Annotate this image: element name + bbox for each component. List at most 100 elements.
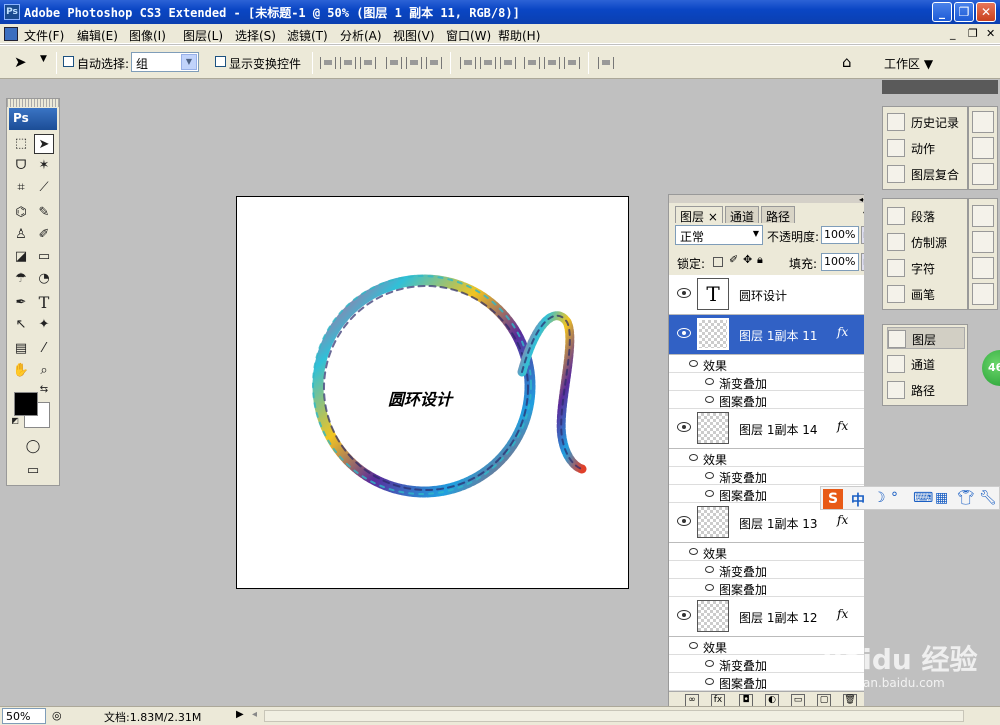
effects-eye-icon[interactable] [689, 360, 698, 367]
menu-image[interactable]: 图像(I) [129, 27, 166, 44]
restore-button[interactable]: ❐ [954, 2, 974, 22]
type-icon[interactable]: T [34, 293, 54, 313]
menu-filter[interactable]: 滤镜(T) [287, 27, 328, 44]
menu-file[interactable]: 文件(F) [24, 27, 64, 44]
distribute-left-icon[interactable] [524, 57, 540, 69]
distribute-top-icon[interactable] [460, 57, 476, 69]
eyedropper2-icon[interactable]: ⁄ [34, 339, 54, 359]
auto-select-dropdown[interactable]: 组 ▼ [131, 52, 199, 72]
bridge-icon[interactable]: ⌂ [842, 53, 852, 71]
menu-layer[interactable]: 图层(L) [183, 27, 223, 44]
effect-eye-icon[interactable] [705, 472, 714, 479]
fx-icon[interactable]: fx [837, 607, 848, 621]
keyboard-icon[interactable]: ⌨ [913, 490, 933, 506]
tool-presets-icon[interactable] [972, 205, 994, 227]
scroll-left-icon[interactable]: ◂ [252, 709, 257, 720]
doc-restore-icon[interactable]: ❐ [968, 27, 978, 40]
clone-stamp-icon[interactable]: ♙ [11, 225, 31, 245]
lasso-icon[interactable]: ᗜ [11, 156, 31, 176]
align-top-icon[interactable] [320, 57, 336, 69]
grid-icon[interactable]: ▦ [935, 490, 948, 506]
crop-icon[interactable]: ⌗ [11, 178, 31, 198]
effects-eye-icon[interactable] [689, 642, 698, 649]
punctuation-icon[interactable]: ° [891, 490, 898, 506]
auto-select-checkbox[interactable] [63, 56, 74, 67]
dock-item-clone-source[interactable]: 仿制源 [887, 231, 965, 253]
distribute-vcenter-icon[interactable] [480, 57, 496, 69]
styles-icon[interactable] [972, 257, 994, 279]
effect-row[interactable]: 图案叠加 [669, 579, 865, 597]
version-cue-icon[interactable]: ◎ [52, 709, 62, 722]
eyedropper-icon[interactable]: ⟋ [34, 178, 54, 198]
history-brush-icon[interactable]: ✐ [34, 225, 54, 245]
shape-icon[interactable]: ✦ [34, 315, 54, 335]
fill-input[interactable]: 100% [821, 253, 859, 271]
tab-channels[interactable]: 通道 [725, 206, 760, 224]
wrench-icon[interactable]: 🔧︎ [979, 490, 997, 506]
magic-wand-icon[interactable]: ✶ [34, 156, 54, 176]
zoom-field[interactable]: 50% [2, 708, 46, 724]
menu-edit[interactable]: 编辑(E) [77, 27, 118, 44]
distribute-bottom-icon[interactable] [500, 57, 516, 69]
document-canvas[interactable]: 圆环设计 [236, 196, 629, 589]
effects-eye-icon[interactable] [689, 454, 698, 461]
menu-view[interactable]: 视图(V) [393, 27, 435, 44]
info-icon[interactable] [972, 283, 994, 305]
dock-item-actions[interactable]: 动作 [887, 137, 965, 159]
hand-icon[interactable]: ✋ [11, 361, 31, 381]
fx-icon[interactable]: fx [837, 419, 848, 433]
effect-eye-icon[interactable] [705, 490, 714, 497]
close-button[interactable]: ✕ [976, 2, 996, 22]
effect-row[interactable]: 渐变叠加 [669, 373, 865, 391]
menu-window[interactable]: 窗口(W) [446, 27, 491, 44]
marquee-icon[interactable]: ⬚ [11, 134, 31, 154]
blur-icon[interactable]: ☂ [11, 269, 31, 289]
workspace-menu[interactable]: 工作区 ▼ [884, 55, 933, 72]
zoom-icon[interactable]: ⌕ [34, 361, 54, 381]
effects-row[interactable]: 效果 [669, 355, 865, 373]
sogou-logo[interactable]: S [823, 489, 843, 509]
visibility-eye-icon[interactable] [677, 288, 691, 298]
effect-row[interactable]: 渐变叠加 [669, 561, 865, 579]
lock-all-icon[interactable]: 🔒︎ [757, 253, 763, 267]
menu-help[interactable]: 帮助(H) [498, 27, 540, 44]
screen-mode-icon[interactable]: ▭ [23, 461, 43, 481]
moon-icon[interactable]: ☽ [873, 490, 886, 506]
document-icon[interactable] [4, 27, 18, 41]
effect-eye-icon[interactable] [705, 378, 714, 385]
align-right-icon[interactable] [426, 57, 442, 69]
effects-row[interactable]: 效果 [669, 543, 865, 561]
dock-item-brushes[interactable]: 画笔 [887, 283, 965, 305]
layer-row[interactable]: 图层 1副本 14 fx [669, 409, 865, 449]
spot-healing-icon[interactable]: ⌬ [11, 203, 31, 223]
notes-icon[interactable]: ▤ [11, 339, 31, 359]
distribute-right-icon[interactable] [564, 57, 580, 69]
dock-item-channels[interactable]: 通道 [887, 353, 965, 375]
dock-item-layer-comps[interactable]: 图层复合 [887, 163, 965, 185]
visibility-eye-icon[interactable] [677, 422, 691, 432]
tab-layers[interactable]: 图层 × [675, 206, 723, 224]
distribute-hcenter-icon[interactable] [544, 57, 560, 69]
swatches-icon[interactable] [972, 137, 994, 159]
tab-paths[interactable]: 路径 [761, 206, 796, 224]
doc-minimize-icon[interactable]: _ [950, 27, 956, 40]
fx-icon[interactable]: fx [837, 513, 848, 527]
visibility-eye-icon[interactable] [677, 328, 691, 338]
dock-item-paths[interactable]: 路径 [887, 379, 965, 401]
palette-grip[interactable] [7, 99, 59, 107]
auto-align-icon[interactable] [598, 57, 614, 69]
layer-row-selected[interactable]: 图层 1副本 11 fx [669, 315, 865, 355]
move-icon[interactable]: ➤ [34, 134, 54, 154]
pen-icon[interactable]: ✒ [11, 293, 31, 313]
opacity-input[interactable]: 100% [821, 226, 859, 244]
brush-icon[interactable]: ✎ [34, 203, 54, 223]
show-transform-checkbox[interactable] [215, 56, 226, 67]
effect-row[interactable]: 图案叠加 [669, 391, 865, 409]
dock-item-history[interactable]: 历史记录 [887, 111, 965, 133]
dock-item-paragraph[interactable]: 段落 [887, 205, 965, 227]
visibility-eye-icon[interactable] [677, 516, 691, 526]
shirt-icon[interactable]: 👕︎ [957, 490, 975, 506]
histogram-icon[interactable] [972, 163, 994, 185]
dock-item-character[interactable]: 字符 [887, 257, 965, 279]
fx-icon[interactable]: fx [837, 325, 848, 339]
